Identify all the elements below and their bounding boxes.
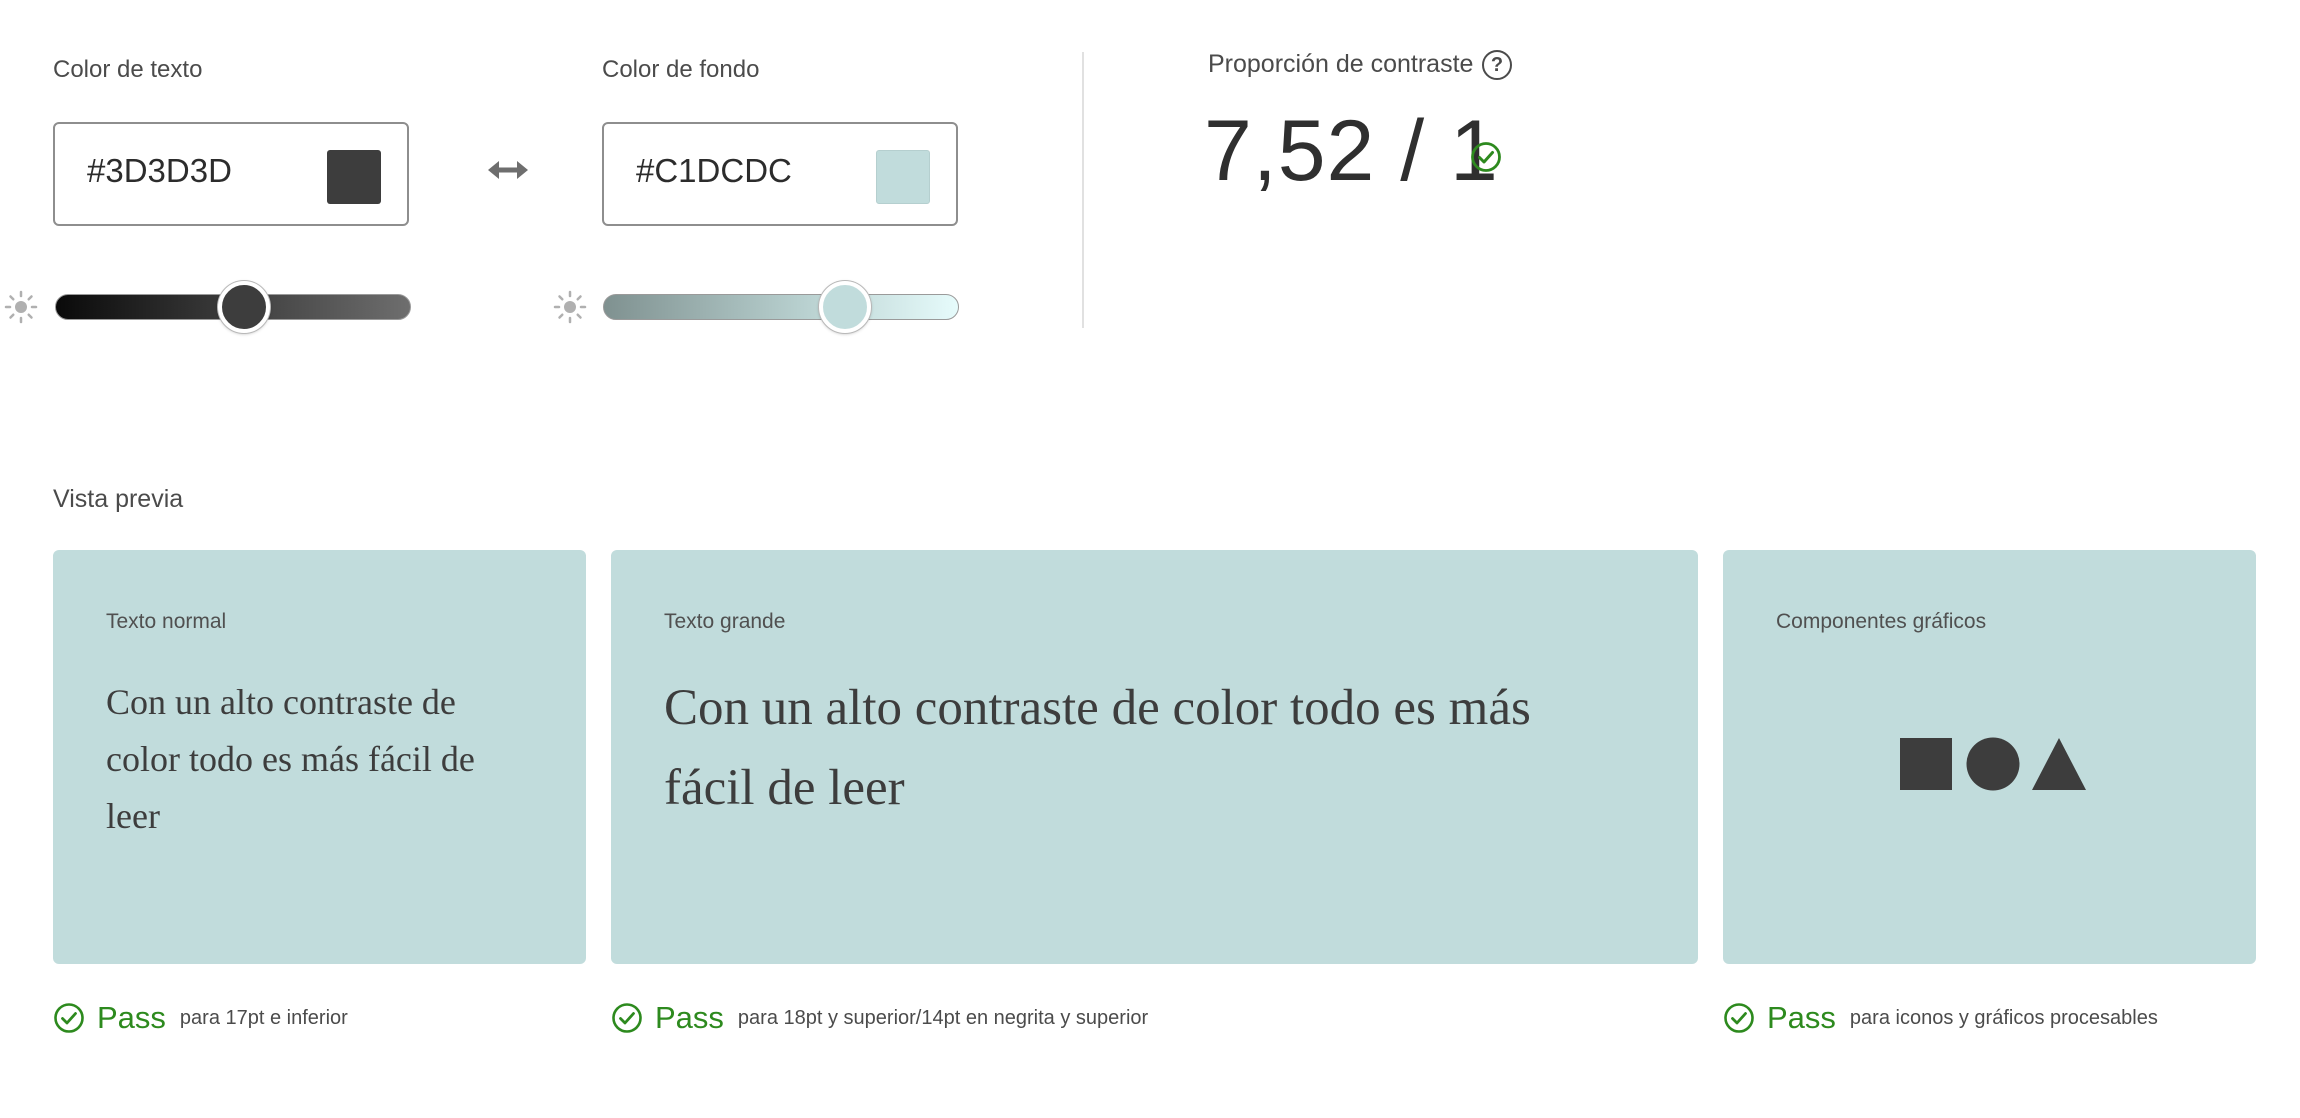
preview-card-large-text: Texto grande Con un alto contraste de co… [611, 550, 1698, 964]
text-color-field[interactable] [53, 122, 409, 226]
contrast-ratio-value: 7,52 / 1 [1204, 103, 1499, 199]
help-icon[interactable]: ? [1482, 50, 1512, 80]
background-color-swatch[interactable] [876, 150, 930, 204]
section-divider [1082, 52, 1084, 328]
pass-description: para 18pt y superior/14pt en negrita y s… [737, 1006, 1149, 1029]
background-color-hex-input[interactable] [636, 152, 856, 190]
pass-description: para 17pt e inferior [179, 1006, 348, 1029]
text-color-hex-input[interactable] [87, 152, 307, 190]
brightness-icon [4, 290, 38, 324]
pass-status: Pass [1767, 1000, 1836, 1035]
result-large-text: Pass para 18pt y superior/14pt en negrit… [611, 998, 1148, 1038]
triangle-shape [2032, 738, 2086, 790]
pass-description: para iconos y gráficos procesables [1849, 1006, 2158, 1029]
text-color-label: Color de texto [53, 56, 203, 83]
card-label: Componentes gráficos [1776, 610, 1987, 633]
card-label: Texto grande [664, 610, 786, 633]
preview-card-graphics: Componentes gráficos [1723, 550, 2256, 964]
circle-shape [1966, 737, 2020, 791]
result-graphics: Pass para iconos y gráficos procesables [1723, 998, 2158, 1038]
pass-status: Pass [97, 1000, 166, 1035]
sample-text: Con un alto contraste de color todo es m… [106, 682, 475, 836]
check-circle-icon [1724, 1003, 1754, 1033]
background-color-field[interactable] [602, 122, 958, 226]
check-circle-icon [1471, 142, 1501, 172]
sample-text: Con un alto contraste de color todo es m… [664, 680, 1531, 816]
text-color-swatch[interactable] [327, 150, 381, 204]
background-color-label: Color de fondo [602, 56, 760, 83]
shapes-group [1900, 737, 2086, 791]
background-color-lightness-slider[interactable] [603, 281, 959, 333]
brightness-icon [553, 290, 587, 324]
swap-horizontal-icon[interactable] [488, 158, 528, 182]
text-color-lightness-slider[interactable] [55, 281, 411, 333]
check-circle-icon [54, 1003, 84, 1033]
card-label: Texto normal [106, 610, 227, 633]
result-normal-text: Pass para 17pt e inferior [53, 998, 348, 1038]
check-circle-icon [612, 1003, 642, 1033]
contrast-ratio-label: Proporción de contraste [1208, 50, 1474, 78]
background-color-slider-thumb[interactable] [818, 281, 871, 333]
square-shape [1900, 738, 1952, 790]
preview-card-normal-text: Texto normal Con un alto contraste de co… [53, 550, 586, 964]
text-color-slider-thumb[interactable] [217, 281, 270, 333]
preview-title: Vista previa [53, 485, 184, 513]
pass-status: Pass [655, 1000, 724, 1035]
